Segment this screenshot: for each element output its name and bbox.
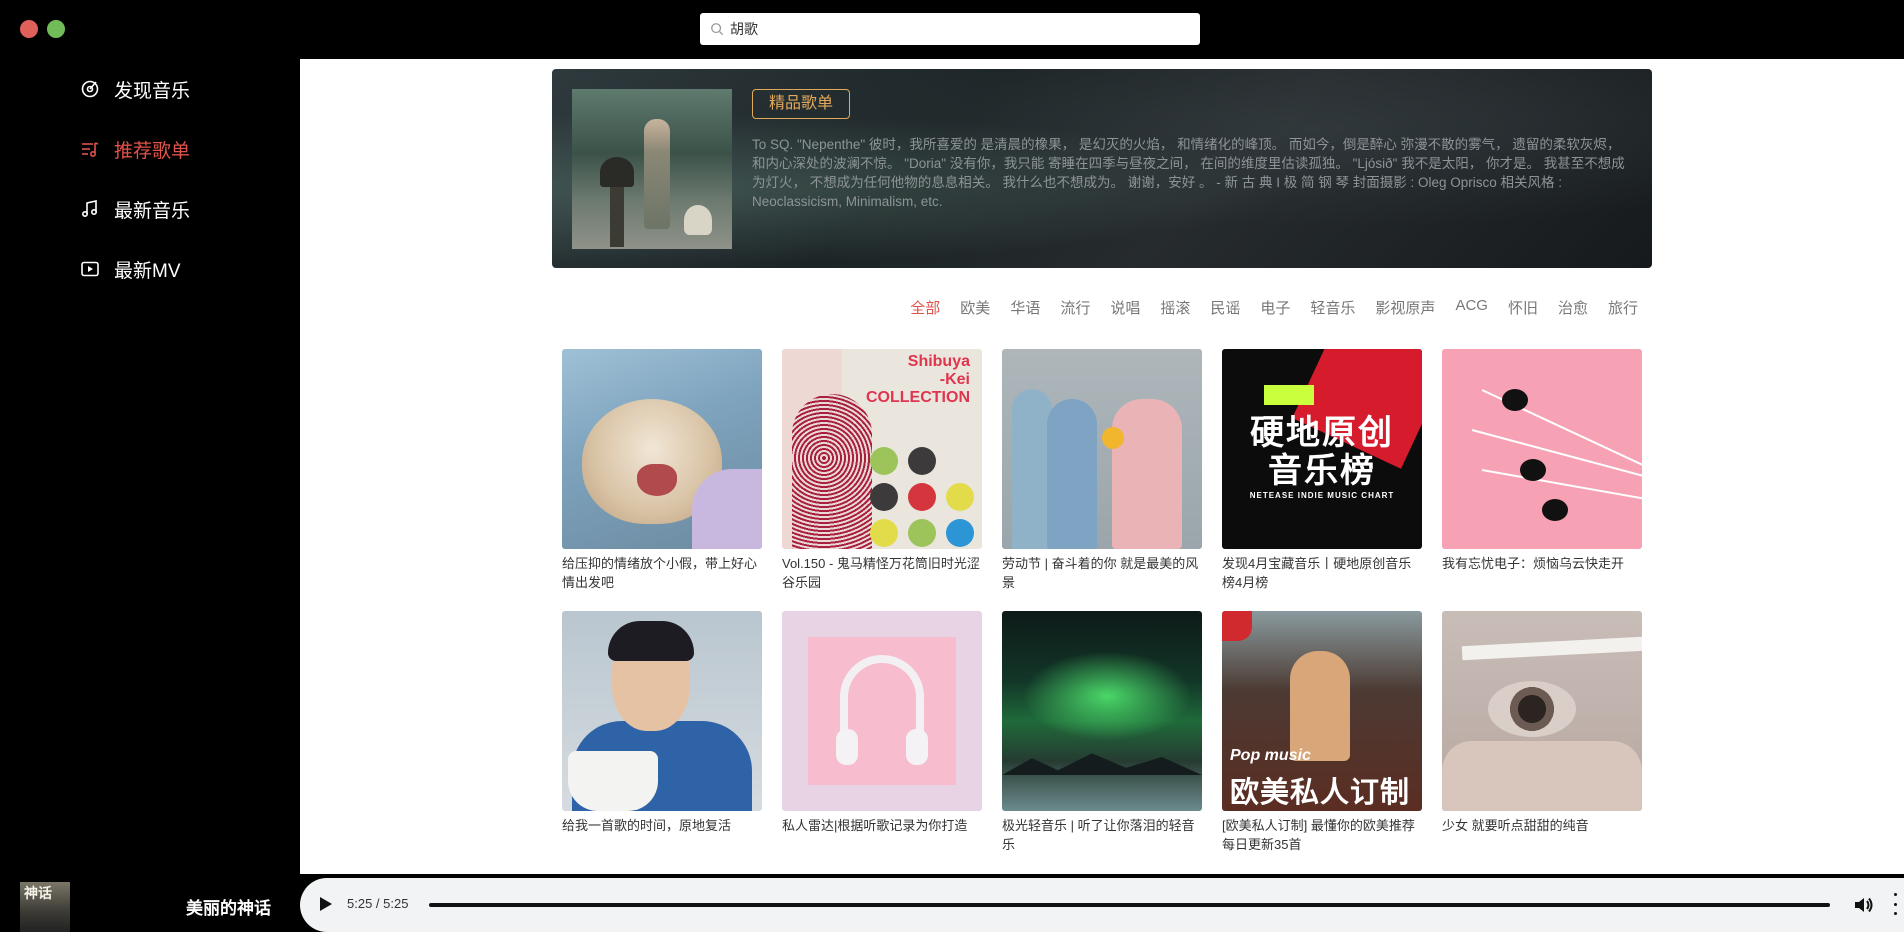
cover-text: Pop music (1230, 747, 1311, 764)
disc-icon (81, 80, 99, 98)
cover-text: COLLECTION (866, 389, 970, 406)
playlist-title[interactable]: 给我一首歌的时间，原地复活 (562, 816, 762, 835)
playlist-title[interactable]: Vol.150 - 鬼马精怪万花筒旧时光涩谷乐园 (782, 554, 982, 592)
playlist-title[interactable]: 极光轻音乐 | 听了让你落泪的轻音乐 (1002, 816, 1202, 854)
playlist-card[interactable]: 给我一首歌的时间，原地复活 (562, 611, 762, 835)
playlist-title[interactable]: 发现4月宝藏音乐丨硬地原创音乐榜4月榜 (1222, 554, 1422, 592)
now-playing-title: 美丽的神话 (186, 899, 271, 918)
playlist-card[interactable]: 私人雷达|根据听歌记录为你打造 (782, 611, 982, 835)
tab-pop[interactable]: 流行 (1060, 297, 1090, 318)
search-icon (711, 23, 724, 36)
more-options-icon[interactable] (1892, 893, 1898, 915)
main-content: 精品歌单 To SQ. "Nepenthe" 彼时，我所喜爱的 是清晨的橡果， … (300, 59, 1904, 874)
search-box[interactable] (700, 13, 1200, 45)
tab-healing[interactable]: 治愈 (1558, 297, 1588, 318)
playlist-cover[interactable]: 硬地原创 音乐榜 NETEASE INDIE MUSIC CHART (1222, 349, 1422, 549)
tab-rock[interactable]: 摇滚 (1160, 297, 1190, 318)
tab-chinese[interactable]: 华语 (1010, 297, 1040, 318)
playlist-title[interactable]: 私人雷达|根据听歌记录为你打造 (782, 816, 982, 835)
featured-playlist-cover[interactable] (572, 89, 732, 249)
playlist-title[interactable]: 我有忘忧电子：烦恼乌云快走开 (1442, 554, 1642, 573)
playback-time: 5:25 / 5:25 (347, 896, 409, 911)
playlist-card[interactable]: 给压抑的情绪放个小假，带上好心情出发吧 (562, 349, 762, 592)
audio-player: 5:25 / 5:25 (300, 878, 1904, 932)
playlist-cover[interactable] (1442, 349, 1642, 549)
tab-acg[interactable]: ACG (1455, 297, 1488, 318)
close-window-button[interactable] (20, 20, 38, 38)
netease-logo-icon (1222, 611, 1252, 641)
playlist-card[interactable]: 少女 就要听点甜甜的纯音 (1442, 611, 1642, 835)
playlist-cover[interactable]: Shibuya -Kei COLLECTION (782, 349, 982, 549)
featured-playlist-banner[interactable]: 精品歌单 To SQ. "Nepenthe" 彼时，我所喜爱的 是清晨的橡果， … (552, 69, 1652, 268)
tab-rap[interactable]: 说唱 (1110, 297, 1140, 318)
playlist-card[interactable]: 劳动节 | 奋斗着的你 就是最美的风景 (1002, 349, 1202, 592)
playlist-cover[interactable]: Pop music 欧美私人订制 (1222, 611, 1422, 811)
sidebar-item-new-mv[interactable]: 最新MV (80, 254, 181, 284)
tab-soundtrack[interactable]: 影视原声 (1375, 297, 1435, 318)
sidebar-item-label: 最新MV (114, 260, 181, 282)
cover-text: NETEASE INDIE MUSIC CHART (1249, 491, 1395, 500)
progress-bar[interactable] (429, 903, 1830, 907)
now-playing-cover[interactable]: 神话 (20, 882, 70, 932)
cover-text: 硬地原创 (1250, 414, 1394, 452)
featured-playlist-description: To SQ. "Nepenthe" 彼时，我所喜爱的 是清晨的橡果， 是幻灭的火… (752, 137, 1625, 209)
tab-electronic[interactable]: 电子 (1260, 297, 1290, 318)
video-icon (81, 261, 99, 277)
playlist-card[interactable]: 硬地原创 音乐榜 NETEASE INDIE MUSIC CHART 发现4月宝… (1222, 349, 1422, 592)
cover-text: Shibuya (907, 353, 970, 370)
playlist-card[interactable]: Shibuya -Kei COLLECTION Vol.150 - 鬼马精怪万花筒旧… (782, 349, 982, 592)
playlist-card[interactable]: 我有忘忧电子：烦恼乌云快走开 (1442, 349, 1642, 573)
playlist-cover[interactable] (1002, 611, 1202, 811)
tab-light-music[interactable]: 轻音乐 (1310, 297, 1355, 318)
search-input[interactable] (730, 21, 1170, 37)
cover-text: 欧美私人订制 (1230, 777, 1411, 809)
tab-folk[interactable]: 民谣 (1210, 297, 1240, 318)
cover-text: -Kei (939, 371, 970, 388)
playlist-title[interactable]: [欧美私人订制] 最懂你的欧美推荐 每日更新35首 (1222, 816, 1422, 854)
tab-travel[interactable]: 旅行 (1608, 297, 1638, 318)
playlist-card[interactable]: Pop music 欧美私人订制 [欧美私人订制] 最懂你的欧美推荐 每日更新3… (1222, 611, 1422, 854)
sidebar: 发现音乐 推荐歌单 最新音乐 最新MV (0, 59, 300, 874)
playlist-title[interactable]: 给压抑的情绪放个小假，带上好心情出发吧 (562, 554, 762, 592)
playlist-icon (82, 142, 99, 158)
premium-playlist-badge[interactable]: 精品歌单 (752, 89, 851, 119)
sidebar-item-label: 推荐歌单 (114, 140, 191, 162)
playlist-card[interactable]: 极光轻音乐 | 听了让你落泪的轻音乐 (1002, 611, 1202, 854)
volume-icon[interactable] (1852, 894, 1874, 916)
category-tabs: 全部 欧美 华语 流行 说唱 摇滚 民谣 电子 轻音乐 影视原声 ACG 怀旧 … (890, 297, 1638, 318)
sidebar-item-recommended-playlists[interactable]: 推荐歌单 (80, 134, 190, 164)
playlist-cover[interactable] (562, 349, 762, 549)
tab-nostalgia[interactable]: 怀旧 (1508, 297, 1538, 318)
tab-all[interactable]: 全部 (910, 297, 940, 318)
sidebar-item-new-music[interactable]: 最新音乐 (80, 194, 190, 224)
sidebar-item-label: 发现音乐 (114, 80, 191, 102)
play-button[interactable] (320, 897, 332, 911)
playlist-cover[interactable] (1442, 611, 1642, 811)
music-note-icon (81, 200, 98, 218)
tab-western[interactable]: 欧美 (960, 297, 990, 318)
maximize-window-button[interactable] (47, 20, 65, 38)
playlist-cover[interactable] (782, 611, 982, 811)
title-bar (0, 0, 1904, 59)
sidebar-item-discover[interactable]: 发现音乐 (80, 74, 190, 104)
cover-text: 音乐榜 (1268, 452, 1376, 490)
playlist-title[interactable]: 劳动节 | 奋斗着的你 就是最美的风景 (1002, 554, 1202, 592)
playlist-title[interactable]: 少女 就要听点甜甜的纯音 (1442, 816, 1642, 835)
sidebar-item-label: 最新音乐 (114, 200, 191, 222)
cover-text: 神话 (24, 885, 52, 901)
playlist-cover[interactable] (1002, 349, 1202, 549)
playlist-cover[interactable] (562, 611, 762, 811)
